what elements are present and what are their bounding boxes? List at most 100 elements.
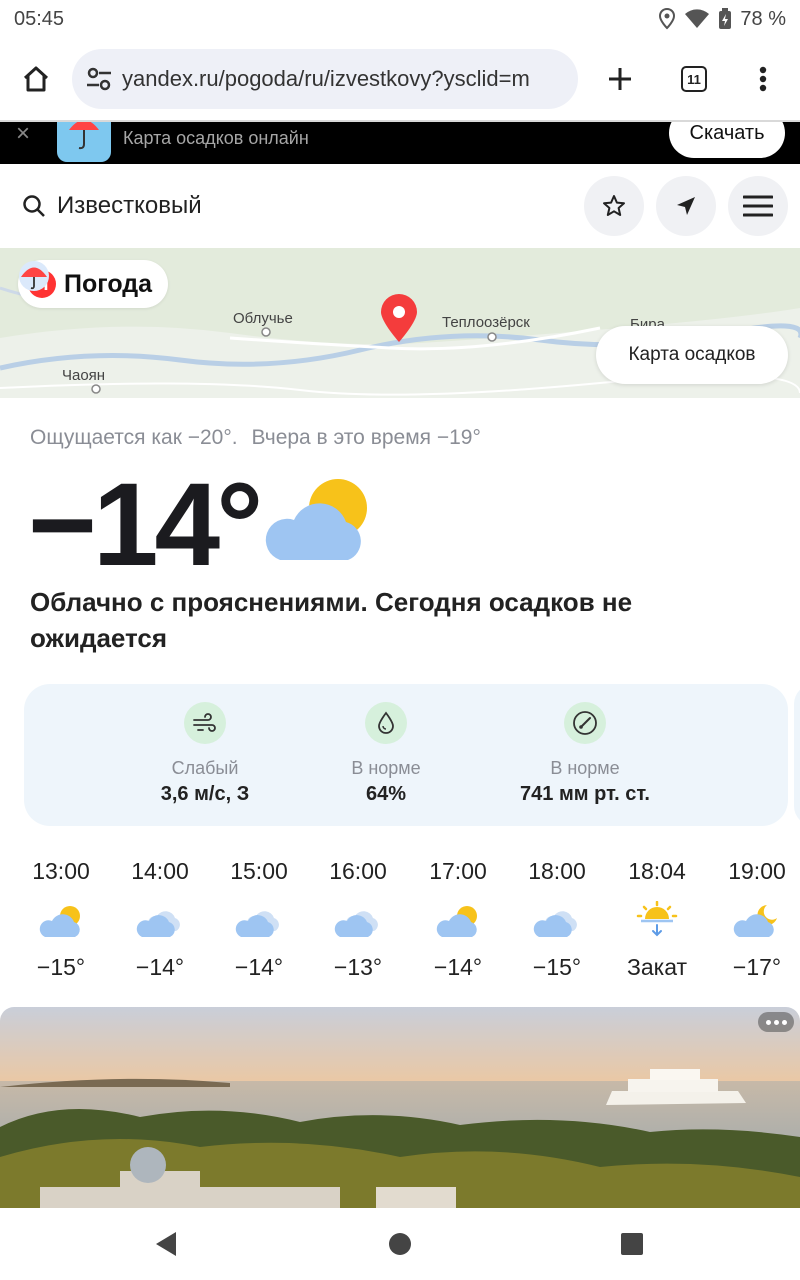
map-pin-icon	[381, 294, 417, 342]
home-nav-button[interactable]	[380, 1228, 420, 1260]
cloudy-icon	[136, 911, 180, 937]
hour-item[interactable]: 16:00 −13°	[309, 850, 407, 984]
recents-square-icon	[621, 1233, 643, 1255]
map-place-label: Теплоозёрск	[442, 314, 530, 331]
battery-icon	[719, 8, 732, 29]
tab-switcher-button[interactable]: 11	[662, 38, 726, 120]
back-triangle-icon	[156, 1232, 176, 1256]
wind-label: Слабый	[171, 758, 239, 778]
status-time: 05:45	[14, 7, 65, 30]
hour-time: 13:00	[32, 858, 90, 884]
hour-temp: −17°	[732, 954, 782, 980]
hourly-forecast[interactable]: 13:00 −15° 14:00 −14° 15:00 −14° 16:00 −…	[12, 850, 800, 990]
geolocation-button[interactable]	[656, 176, 716, 236]
cloudy-icon	[533, 911, 577, 937]
wind-detail: Слабый 3,6 м/с, З	[131, 702, 279, 806]
advertisement-image[interactable]	[0, 1007, 800, 1208]
weather-details-card[interactable]: Слабый 3,6 м/с, З В норме 64% В норме 74…	[24, 684, 788, 826]
status-bar: 05:45 78 %	[0, 0, 800, 38]
wind-value: 3,6 м/с, З	[160, 783, 250, 805]
back-button[interactable]	[146, 1228, 186, 1260]
address-bar[interactable]: yandex.ru/pogoda/ru/izvestkovy?ysclid=m	[72, 49, 578, 109]
download-button[interactable]: Скачать	[669, 122, 785, 158]
home-icon	[23, 66, 49, 92]
hour-time: 18:00	[528, 858, 586, 884]
pressure-label: В норме	[550, 758, 620, 778]
hour-temp: −14°	[135, 954, 185, 980]
partly-cloudy-night-icon	[733, 905, 777, 937]
map-place-label: Чаоян	[62, 367, 106, 384]
pressure-detail: В норме 741 мм рт. ст.	[504, 702, 666, 806]
tab-count: 11	[681, 66, 707, 92]
new-tab-button[interactable]	[578, 38, 662, 120]
hour-time: 16:00	[329, 858, 387, 884]
hour-temp: −14°	[234, 954, 284, 980]
hour-item[interactable]: 17:00 −14°	[409, 850, 507, 984]
hamburger-icon	[743, 195, 773, 217]
hour-item[interactable]: 19:00 −17°	[708, 850, 800, 984]
humidity-detail: В норме 64%	[316, 702, 456, 806]
hour-item[interactable]: 18:04 Закат	[608, 850, 706, 984]
partly-cloudy-day-icon	[436, 906, 477, 937]
hour-temp: −15°	[36, 954, 86, 980]
hour-item[interactable]: 13:00 −15°	[12, 850, 110, 984]
app-icon	[57, 122, 111, 162]
search-icon[interactable]	[22, 194, 46, 218]
dot	[765, 1019, 771, 1025]
dot	[773, 1019, 779, 1025]
browser-toolbar: yandex.ru/pogoda/ru/izvestkovy?ysclid=m …	[0, 38, 800, 120]
sunset-label: Закат	[626, 954, 688, 980]
hour-time: 15:00	[230, 858, 288, 884]
pressure-value: 741 мм рт. ст.	[520, 783, 650, 805]
close-icon[interactable]: ×	[16, 122, 30, 148]
partly-cloudy-day-icon	[39, 906, 80, 937]
plus-icon	[609, 68, 631, 90]
hour-item[interactable]: 15:00 −14°	[210, 850, 308, 984]
location-header: Известковый	[0, 164, 800, 248]
current-temperature: −14°	[28, 459, 263, 591]
wifi-icon	[685, 9, 710, 28]
url-text[interactable]: yandex.ru/pogoda/ru/izvestkovy?ysclid=m	[122, 66, 530, 92]
brand-name: Погода	[64, 269, 153, 298]
site-settings-icon[interactable]	[84, 64, 114, 94]
hour-temp: −13°	[333, 954, 383, 980]
hour-temp: −15°	[532, 954, 582, 980]
pressure-icon	[564, 702, 606, 744]
hour-item[interactable]: 18:00 −15°	[508, 850, 606, 984]
yesterday-text: Вчера в это время −19°	[251, 426, 481, 449]
ad-options-button[interactable]	[758, 1012, 794, 1032]
more-vert-icon	[759, 66, 767, 92]
home-circle-icon	[389, 1233, 411, 1255]
sunset-icon	[636, 901, 678, 937]
home-button[interactable]	[0, 38, 72, 120]
menu-button[interactable]	[728, 176, 788, 236]
cloudy-icon	[235, 911, 279, 937]
navigation-arrow-icon	[677, 197, 695, 215]
promo-text: Карта осадков онлайн	[123, 128, 309, 148]
umbrella-icon	[19, 261, 49, 291]
status-icons: 78 %	[658, 8, 786, 31]
precipitation-map[interactable]: Облучье Теплоозёрск Бира Чаоян Я Погода …	[0, 248, 800, 398]
condition-text: Облачно с прояснениями. Сегодня осадков …	[30, 587, 633, 653]
system-navigation-bar	[0, 1208, 800, 1280]
hour-time: 17:00	[429, 858, 487, 884]
app-promo-banner: × Карта осадков онлайн Скачать	[0, 122, 800, 164]
city-search-input[interactable]: Известковый	[57, 192, 202, 220]
precipitation-map-button[interactable]: Карта осадков	[596, 326, 788, 384]
recents-button[interactable]	[612, 1228, 652, 1260]
hour-time: 19:00	[728, 858, 786, 884]
feels-like-text: Ощущается как −20°.	[30, 426, 238, 449]
next-card-peek[interactable]	[794, 684, 800, 826]
dot	[781, 1019, 787, 1025]
favorite-button[interactable]	[584, 176, 644, 236]
star-icon	[603, 195, 625, 216]
hour-temp: −14°	[433, 954, 483, 980]
wind-icon	[184, 702, 226, 744]
hour-item[interactable]: 14:00 −14°	[111, 850, 209, 984]
humidity-icon	[365, 702, 407, 744]
battery-level: 78 %	[740, 7, 786, 30]
yandex-weather-logo[interactable]: Я Погода	[18, 260, 169, 308]
map-place-label: Облучье	[233, 310, 293, 327]
browser-menu-button[interactable]	[726, 38, 800, 120]
humidity-value: 64%	[365, 783, 407, 805]
